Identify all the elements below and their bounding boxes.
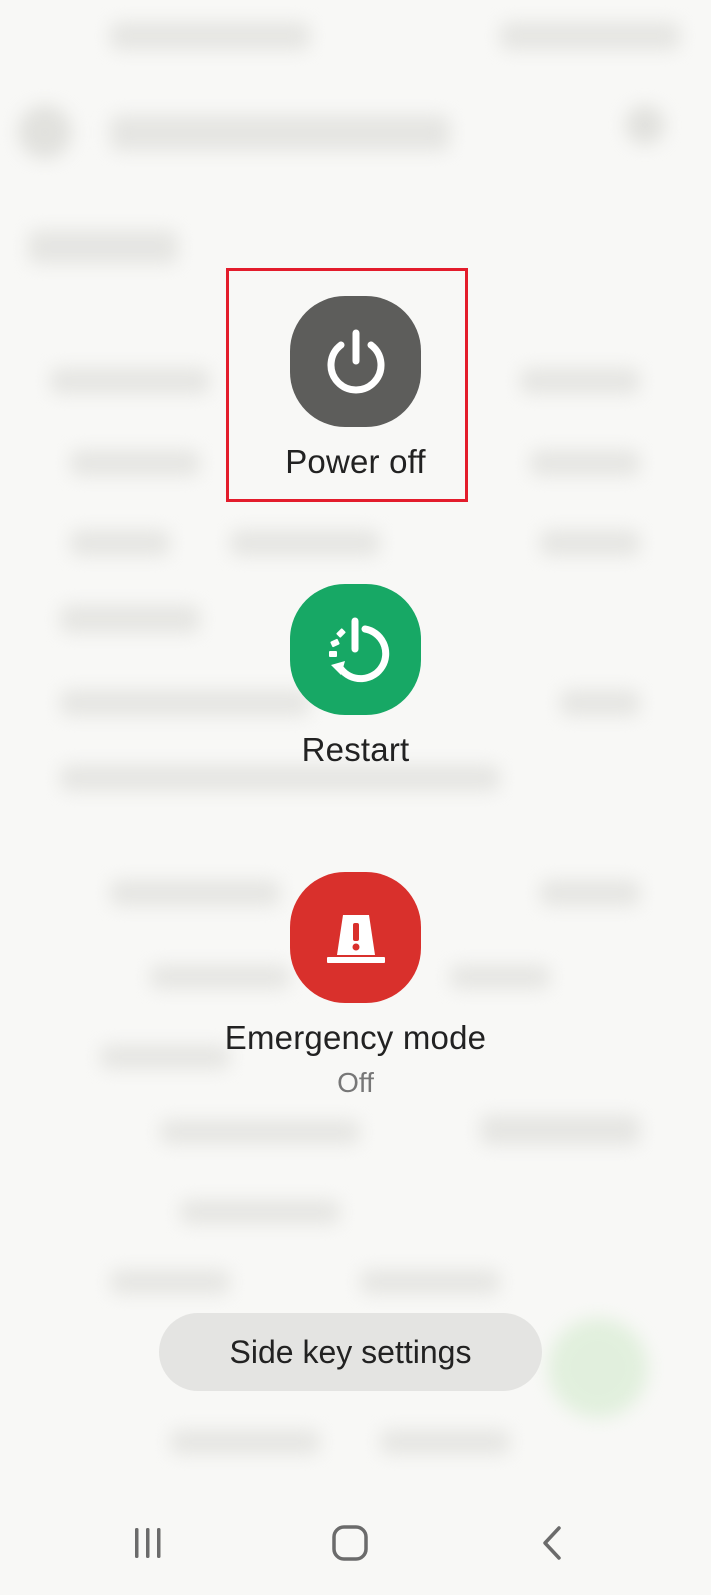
restart-button[interactable] [290,584,421,715]
navigation-bar [0,1500,711,1595]
side-key-settings-button[interactable]: Side key settings [159,1313,542,1391]
emergency-mode-label: Emergency mode [224,1019,487,1056]
back-icon [543,1526,561,1560]
power-icon [327,329,384,393]
emergency-siren-icon [326,914,385,963]
power-off-option[interactable]: Power off [0,296,711,481]
restart-option[interactable]: Restart [0,584,711,769]
emergency-mode-option[interactable]: Emergency mode Off [0,872,711,1099]
emergency-mode-status: Off [337,1067,374,1098]
recents-icon [135,1528,161,1558]
emergency-mode-button[interactable] [290,872,421,1003]
home-button[interactable] [315,1518,385,1568]
recents-button[interactable] [113,1518,183,1568]
power-off-label: Power off [285,443,426,480]
restart-icon [328,617,389,682]
power-off-button[interactable] [290,296,421,427]
back-button[interactable] [517,1518,587,1568]
restart-label: Restart [301,731,410,768]
home-icon [332,1525,368,1561]
